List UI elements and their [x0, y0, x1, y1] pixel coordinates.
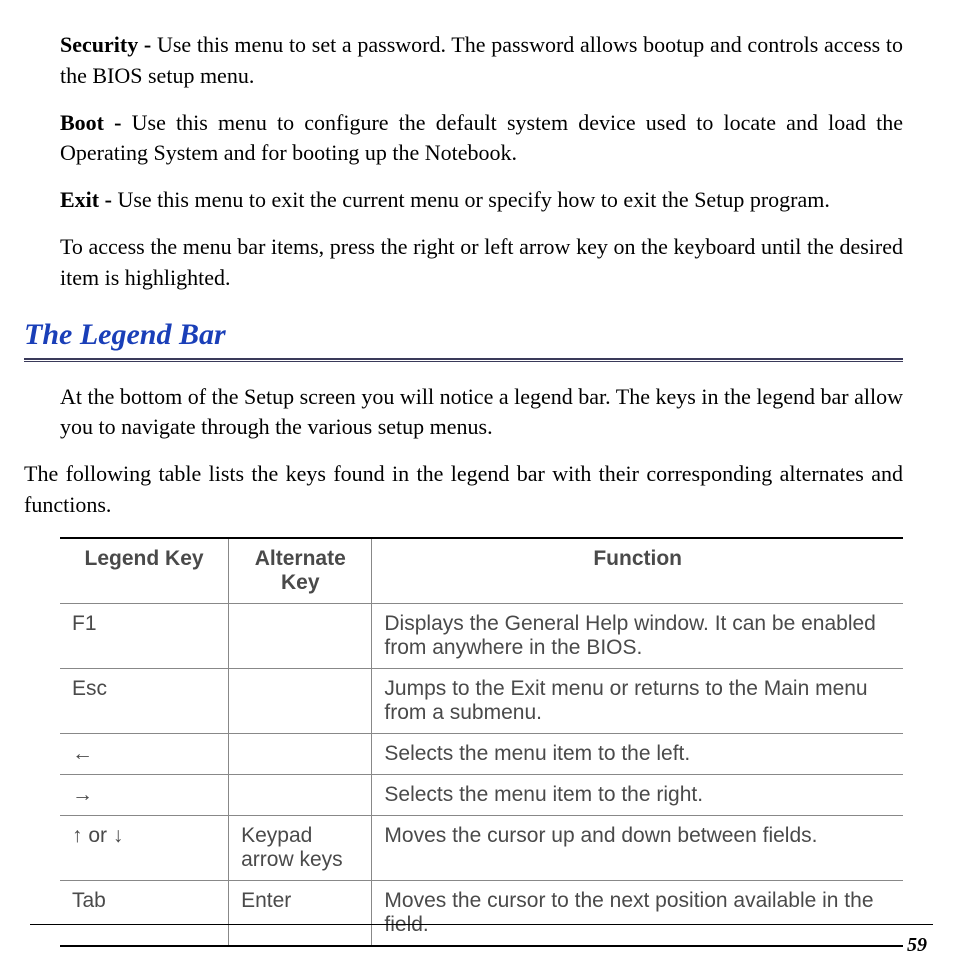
label-exit: Exit -: [60, 187, 117, 212]
cell-alt: [229, 603, 372, 668]
legend-table: Legend Key Alternate Key Function F1 Dis…: [60, 537, 903, 947]
text-boot: Use this menu to configure the default s…: [60, 110, 903, 166]
cell-func: Selects the menu item to the left.: [372, 733, 903, 774]
heading-legend-bar: The Legend Bar: [24, 318, 903, 352]
cell-legend: →: [60, 774, 229, 815]
para-security: Security - Use this menu to set a passwo…: [60, 30, 903, 92]
label-boot: Boot -: [60, 110, 132, 135]
table-row: Esc Jumps to the Exit menu or returns to…: [60, 668, 903, 733]
cell-alt: [229, 774, 372, 815]
cell-alt: [229, 733, 372, 774]
header-alternate-key: Alternate Key: [229, 538, 372, 604]
header-function: Function: [372, 538, 903, 604]
page-number: 59: [907, 934, 927, 957]
table-row: ↑ or ↓ Keypad arrow keys Moves the curso…: [60, 815, 903, 880]
para-legend-intro1: At the bottom of the Setup screen you wi…: [60, 382, 903, 444]
para-access: To access the menu bar items, press the …: [60, 232, 903, 294]
table-header-row: Legend Key Alternate Key Function: [60, 538, 903, 604]
para-exit: Exit - Use this menu to exit the current…: [60, 185, 903, 216]
text-exit: Use this menu to exit the current menu o…: [117, 187, 829, 212]
para-boot: Boot - Use this menu to configure the de…: [60, 108, 903, 170]
header-legend-key: Legend Key: [60, 538, 229, 604]
cell-func: Displays the General Help window. It can…: [372, 603, 903, 668]
cell-legend: Esc: [60, 668, 229, 733]
table-row: → Selects the menu item to the right.: [60, 774, 903, 815]
cell-func: Selects the menu item to the right.: [372, 774, 903, 815]
cell-func: Moves the cursor up and down between fie…: [372, 815, 903, 880]
cell-func: Jumps to the Exit menu or returns to the…: [372, 668, 903, 733]
heading-rule: [24, 358, 903, 362]
cell-legend: F1: [60, 603, 229, 668]
cell-legend: Tab: [60, 880, 229, 946]
label-security: Security -: [60, 32, 157, 57]
cell-alt: Keypad arrow keys: [229, 815, 372, 880]
text-security: Use this menu to set a password. The pas…: [60, 32, 903, 88]
para-legend-intro2: The following table lists the keys found…: [24, 459, 903, 521]
table-row: Tab Enter Moves the cursor to the next p…: [60, 880, 903, 946]
cell-legend: ←: [60, 733, 229, 774]
cell-alt: [229, 668, 372, 733]
cell-legend: ↑ or ↓: [60, 815, 229, 880]
cell-func: Moves the cursor to the next position av…: [372, 880, 903, 946]
footer-rule: [30, 924, 933, 925]
table-row: F1 Displays the General Help window. It …: [60, 603, 903, 668]
cell-alt: Enter: [229, 880, 372, 946]
table-row: ← Selects the menu item to the left.: [60, 733, 903, 774]
